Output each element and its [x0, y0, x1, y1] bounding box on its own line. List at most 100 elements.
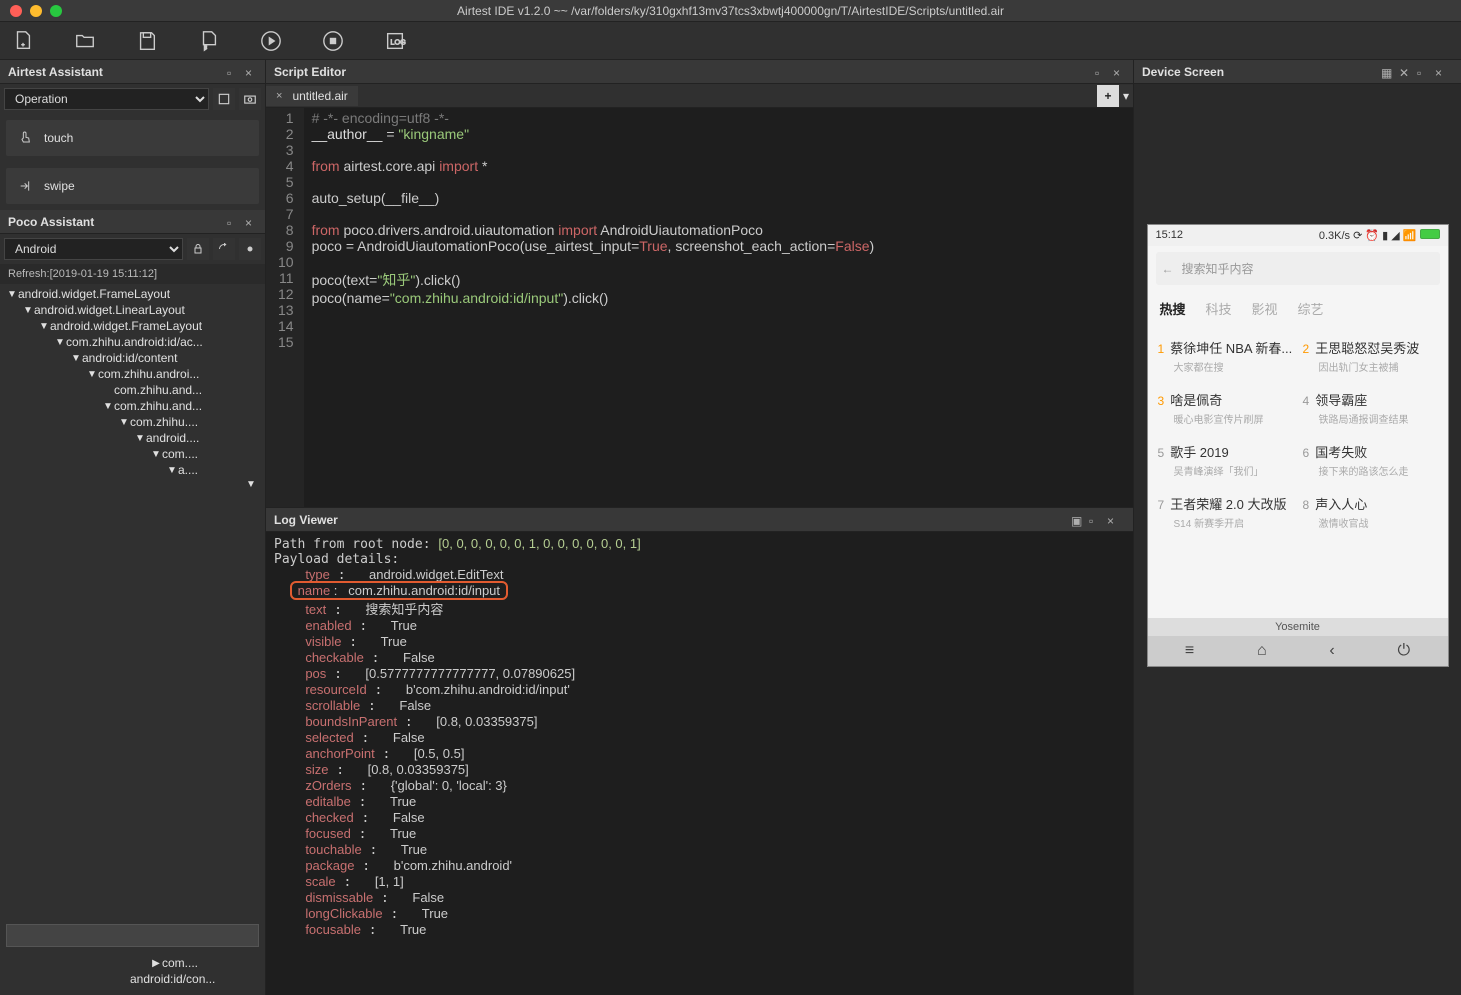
- phone-clock: 15:12: [1156, 229, 1184, 242]
- close-panel-icon[interactable]: ×: [245, 216, 257, 228]
- tools-icon[interactable]: ✕: [1399, 66, 1411, 78]
- hot-item[interactable]: 3啥是佩奇暖心电影宣传片刷屏: [1158, 390, 1293, 426]
- new-tab-button[interactable]: +: [1097, 85, 1119, 107]
- tab-menu-icon[interactable]: ▾: [1119, 85, 1133, 107]
- hot-item[interactable]: 4领导霸座铁路局通报调查结果: [1303, 390, 1438, 426]
- log-output[interactable]: Path from root node: [0, 0, 0, 0, 0, 0, …: [266, 532, 1133, 995]
- tree-item[interactable]: android.widget.FrameLayout: [50, 319, 202, 333]
- editor-tab[interactable]: × untitled.air: [266, 86, 358, 106]
- hot-row: 1蔡徐坤任 NBA 新春...大家都在搜 2王思聪怒怼吴秀波因出轨门女主被捕: [1158, 330, 1438, 382]
- panel-title: Airtest Assistant: [8, 65, 227, 79]
- run-icon[interactable]: [260, 30, 282, 52]
- undock-icon[interactable]: ▫: [1417, 66, 1429, 78]
- lock-icon[interactable]: [187, 238, 209, 260]
- swipe-label: swipe: [44, 179, 75, 193]
- filter-icon[interactable]: ▣: [1071, 514, 1083, 526]
- swipe-button[interactable]: swipe: [6, 168, 259, 204]
- power-icon[interactable]: ⏻: [1397, 642, 1410, 660]
- poco-assistant-header: Poco Assistant ▫ ×: [0, 210, 265, 234]
- panel-title: Poco Assistant: [8, 215, 227, 229]
- hot-item[interactable]: 2王思聪怒怼吴秀波因出轨门女主被捕: [1303, 338, 1438, 374]
- device-screen-header: Device Screen ▦ ✕ ▫ ×: [1134, 60, 1461, 84]
- phone-tab[interactable]: 综艺: [1298, 299, 1324, 318]
- tab-label: untitled.air: [292, 89, 347, 103]
- panel-title: Device Screen: [1142, 65, 1381, 79]
- undock-icon[interactable]: ▫: [227, 66, 239, 78]
- device-mirror[interactable]: 15:12 0.3K/s ⟳ ⏰ ▮ ◢ 📶 ← 搜索知乎内容 热搜 科技 影视…: [1134, 84, 1461, 995]
- tree-item[interactable]: com....: [162, 447, 198, 461]
- back-icon[interactable]: ←: [1162, 262, 1174, 276]
- record-icon[interactable]: [239, 238, 261, 260]
- refresh-timestamp: Refresh:[2019-01-19 15:11:12]: [0, 264, 265, 284]
- save-icon[interactable]: [136, 30, 158, 52]
- close-panel-icon[interactable]: ×: [1113, 66, 1125, 78]
- panel-title: Script Editor: [274, 65, 1095, 79]
- svg-text:LOG: LOG: [390, 37, 406, 46]
- touch-button[interactable]: touch: [6, 120, 259, 156]
- window-title: Airtest IDE v1.2.0 ~~ /var/folders/ky/31…: [0, 4, 1461, 18]
- phone-status-bar: 15:12 0.3K/s ⟳ ⏰ ▮ ◢ 📶: [1148, 225, 1448, 246]
- menu-icon[interactable]: ≡: [1185, 642, 1194, 660]
- close-panel-icon[interactable]: ×: [245, 66, 257, 78]
- hot-item[interactable]: 8声入人心激情收官战: [1303, 494, 1438, 530]
- ui-hierarchy-tree[interactable]: ▼android.widget.FrameLayout ▼android.wid…: [0, 284, 265, 918]
- undock-icon[interactable]: ▫: [1089, 514, 1101, 526]
- poco-driver-dropdown[interactable]: Android: [4, 238, 183, 260]
- tree-item[interactable]: com.zhihu.androi...: [98, 367, 199, 381]
- tree-item[interactable]: android....: [146, 431, 199, 445]
- tree-item[interactable]: android:id/con...: [130, 972, 215, 986]
- tree-item[interactable]: com.zhihu.android:id/ac...: [66, 335, 203, 349]
- home-icon[interactable]: ⌂: [1257, 642, 1267, 660]
- tree-item[interactable]: com.zhihu.and...: [114, 383, 202, 397]
- phone-device-label: Yosemite: [1148, 618, 1448, 636]
- save-as-icon[interactable]: [198, 30, 220, 52]
- report-icon[interactable]: LOG: [384, 30, 406, 52]
- hot-item[interactable]: 5歌手 2019吴青峰演绎「我们」: [1158, 442, 1293, 478]
- main-toolbar: LOG: [0, 22, 1461, 60]
- undock-icon[interactable]: ▫: [1095, 66, 1107, 78]
- battery-icon: [1420, 229, 1440, 239]
- open-folder-icon[interactable]: [74, 30, 96, 52]
- hot-row: 5歌手 2019吴青峰演绎「我们」 6国考失败接下来的路该怎么走: [1158, 434, 1438, 486]
- grid-icon[interactable]: ▦: [1381, 66, 1393, 78]
- operation-dropdown[interactable]: Operation: [4, 88, 209, 110]
- tree-search-input[interactable]: [6, 924, 259, 947]
- capture-icon[interactable]: [213, 88, 235, 110]
- phone-search-bar[interactable]: ← 搜索知乎内容: [1156, 252, 1440, 285]
- panel-title: Log Viewer: [274, 513, 1071, 527]
- phone-tab[interactable]: 科技: [1206, 299, 1232, 318]
- airtest-assistant-header: Airtest Assistant ▫ ×: [0, 60, 265, 84]
- tree-item[interactable]: com.zhihu.and...: [114, 399, 202, 413]
- code-editor[interactable]: 123456789101112131415 # -*- encoding=utf…: [266, 108, 1133, 508]
- phone-net: 0.3K/s: [1319, 230, 1350, 242]
- touch-label: touch: [44, 131, 73, 145]
- window-title-bar: Airtest IDE v1.2.0 ~~ /var/folders/ky/31…: [0, 0, 1461, 22]
- undock-icon[interactable]: ▫: [227, 216, 239, 228]
- hot-row: 3啥是佩奇暖心电影宣传片刷屏 4领导霸座铁路局通报调查结果: [1158, 382, 1438, 434]
- tree-item[interactable]: a....: [178, 463, 198, 477]
- close-panel-icon[interactable]: ×: [1435, 66, 1447, 78]
- hot-item[interactable]: 6国考失败接下来的路该怎么走: [1303, 442, 1438, 478]
- phone-frame: 15:12 0.3K/s ⟳ ⏰ ▮ ◢ 📶 ← 搜索知乎内容 热搜 科技 影视…: [1147, 224, 1449, 667]
- line-gutter: 123456789101112131415: [266, 108, 304, 507]
- close-panel-icon[interactable]: ×: [1107, 514, 1119, 526]
- phone-tab[interactable]: 热搜: [1160, 299, 1186, 318]
- hot-item[interactable]: 1蔡徐坤任 NBA 新春...大家都在搜: [1158, 338, 1293, 374]
- refresh-icon[interactable]: [213, 238, 235, 260]
- phone-nav-bar: ≡ ⌂ ‹ ⏻: [1148, 636, 1448, 666]
- phone-hot-list: 1蔡徐坤任 NBA 新春...大家都在搜 2王思聪怒怼吴秀波因出轨门女主被捕 3…: [1148, 326, 1448, 618]
- back-nav-icon[interactable]: ‹: [1329, 642, 1334, 660]
- phone-tab[interactable]: 影视: [1252, 299, 1278, 318]
- tree-item[interactable]: android.widget.LinearLayout: [34, 303, 185, 317]
- camera-icon[interactable]: [239, 88, 261, 110]
- tree-item[interactable]: android.widget.FrameLayout: [18, 287, 170, 301]
- swipe-icon: [18, 178, 34, 194]
- close-tab-icon[interactable]: ×: [276, 90, 282, 102]
- hot-item[interactable]: 7王者荣耀 2.0 大改版S14 新赛季开启: [1158, 494, 1293, 530]
- phone-tabs: 热搜 科技 影视 综艺: [1148, 291, 1448, 326]
- stop-icon[interactable]: [322, 30, 344, 52]
- new-file-icon[interactable]: [12, 30, 34, 52]
- tree-item[interactable]: com.zhihu....: [130, 415, 198, 429]
- tree-item[interactable]: android:id/content: [82, 351, 177, 365]
- tree-item[interactable]: com....: [162, 956, 198, 970]
